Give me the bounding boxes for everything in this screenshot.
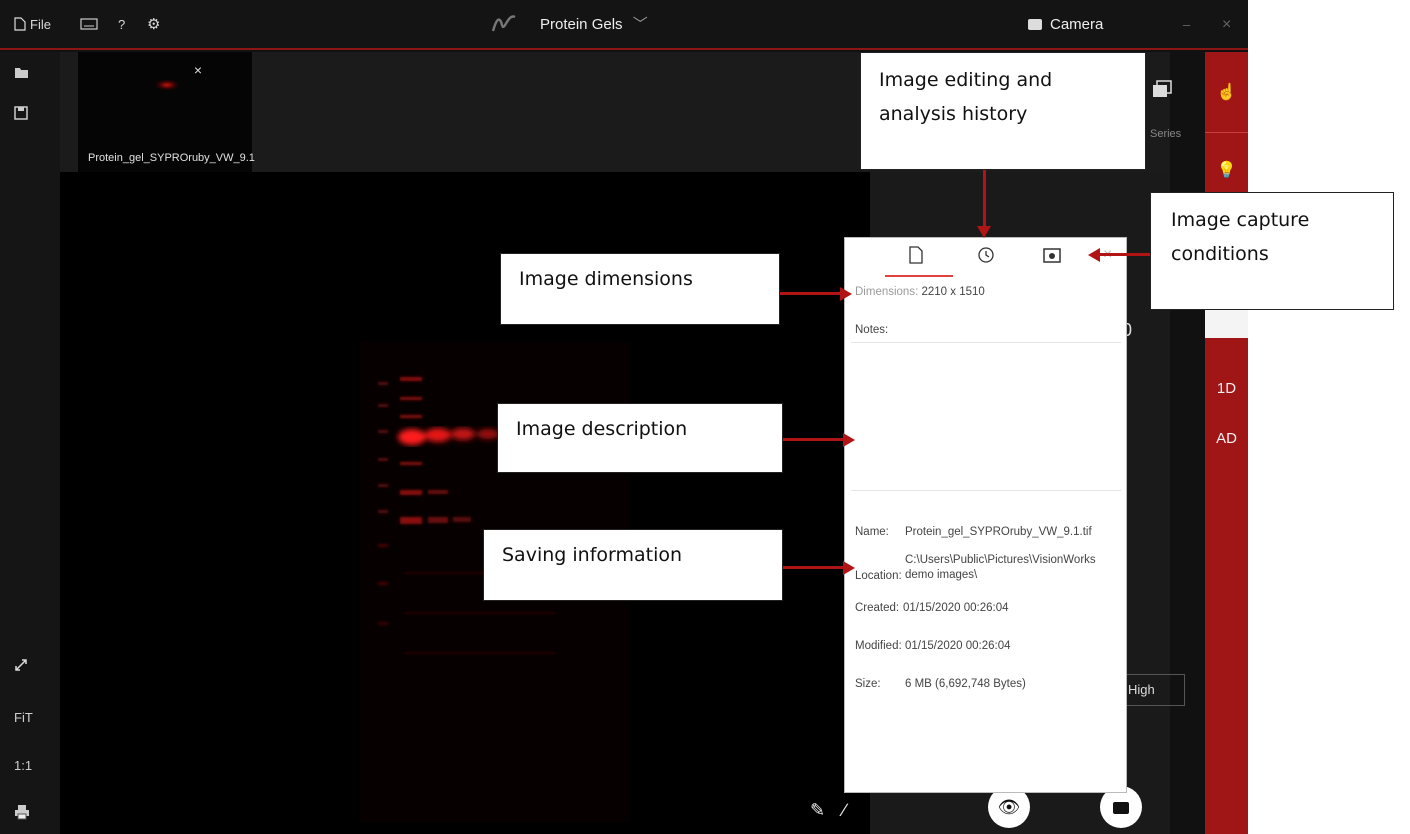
- arrow-dimensions-head: [840, 287, 852, 301]
- camera-label: Camera: [1050, 16, 1104, 33]
- minimize-button[interactable]: –: [1183, 0, 1190, 50]
- notes-textarea[interactable]: [851, 344, 1121, 490]
- red-sidebar: ☝ 💡 1D AD: [1205, 52, 1248, 834]
- high-button-label: High: [1128, 682, 1155, 697]
- callout-dimensions: Image dimensions: [500, 253, 780, 325]
- camera-icon: [1028, 19, 1042, 30]
- location-value-line2: demo images\: [905, 569, 978, 581]
- tab-capture-conditions[interactable]: [1041, 246, 1063, 268]
- callout-capture-line1: Image capture: [1171, 209, 1310, 231]
- name-label: Name:: [855, 526, 889, 538]
- callout-description: Image description: [497, 403, 783, 473]
- red-sidebar-divider: [1205, 132, 1248, 133]
- location-label: Location:: [855, 570, 902, 582]
- left-toolbar: FiT 1:1: [0, 52, 60, 834]
- callout-capture: Image capture conditions: [1150, 192, 1394, 310]
- title-bar: File ? ⚙ Protein Gels ﹀ Camera – ×: [0, 0, 1248, 50]
- arrow-dimensions: [780, 292, 842, 295]
- eye-icon: 👁: [997, 797, 1021, 817]
- save-icon[interactable]: [14, 106, 28, 125]
- series-label: Series: [1150, 128, 1182, 140]
- modified-label: Modified:: [855, 640, 902, 652]
- created-label: Created:: [855, 602, 900, 614]
- app-title: Protein Gels: [540, 16, 623, 33]
- callout-history-line2: analysis history: [879, 103, 1028, 125]
- name-value: Protein_gel_SYPROruby_VW_9.1.tif: [905, 526, 1092, 538]
- app-logo-icon: [490, 0, 518, 50]
- modified-value: 01/15/2020 00:26:04: [905, 640, 1011, 652]
- image-thumbnail[interactable]: × Protein_gel_SYPROruby_VW_9.1: [78, 52, 255, 172]
- notes-bottom-divider: [851, 490, 1121, 491]
- file-icon: [14, 17, 26, 31]
- notes-label: Notes:: [855, 324, 889, 336]
- tab-image-info[interactable]: [905, 246, 927, 268]
- thumbnail-name: Protein_gel_SYPROruby_VW_9.1: [88, 152, 255, 164]
- file-menu[interactable]: File: [14, 0, 51, 50]
- callout-capture-line2: conditions: [1171, 243, 1269, 265]
- dimensions-row: Dimensions: 2210 x 1510: [855, 286, 985, 298]
- arrow-history: [983, 170, 986, 228]
- history-icon: [978, 247, 994, 263]
- arrow-saving: [783, 566, 845, 569]
- document-icon: [909, 246, 923, 264]
- created-value: 01/15/2020 00:26:04: [903, 602, 1009, 614]
- arrow-capture: [1098, 253, 1150, 256]
- file-menu-label: File: [30, 17, 51, 32]
- keyboard-icon[interactable]: [80, 0, 98, 50]
- tab-history[interactable]: [975, 246, 997, 268]
- camera-capture-icon: [1113, 802, 1129, 814]
- series-icon[interactable]: [1152, 80, 1174, 105]
- image-info-panel: × Dimensions: 2210 x 1510 Notes: Name: P…: [844, 237, 1127, 793]
- thumbnail-close-button[interactable]: ×: [188, 60, 208, 80]
- light-bulb-icon[interactable]: 💡: [1205, 160, 1248, 180]
- camera-button[interactable]: Camera: [1028, 0, 1103, 50]
- arrow-history-head: [977, 226, 991, 238]
- size-label: Size:: [855, 678, 881, 690]
- open-folder-icon[interactable]: [14, 66, 30, 84]
- ad-button[interactable]: AD: [1205, 430, 1248, 447]
- arrow-description-head: [843, 433, 855, 447]
- size-value: 6 MB (6,692,748 Bytes): [905, 678, 1026, 690]
- dimensions-value: 2210 x 1510: [921, 286, 985, 298]
- fit-button[interactable]: FiT: [14, 710, 33, 725]
- one-to-one-button[interactable]: 1:1: [14, 758, 32, 773]
- active-tab-underline: [885, 275, 953, 277]
- arrow-description: [783, 438, 845, 441]
- camera-settings-icon: [1043, 248, 1061, 263]
- callout-saving-text: Saving information: [502, 544, 683, 566]
- dimensions-label: Dimensions:: [855, 286, 919, 298]
- location-value-line1: C:\Users\Public\Pictures\VisionWorks: [905, 554, 1096, 566]
- close-window-button[interactable]: ×: [1222, 0, 1231, 50]
- gear-icon[interactable]: ⚙: [147, 0, 160, 50]
- callout-description-text: Image description: [516, 418, 688, 440]
- arrow-capture-head: [1088, 248, 1100, 262]
- expand-icon[interactable]: [14, 658, 28, 677]
- oned-button[interactable]: 1D: [1205, 380, 1248, 397]
- callout-dimensions-text: Image dimensions: [519, 268, 693, 290]
- help-button[interactable]: ?: [118, 0, 125, 50]
- chevron-down-icon: ﹀: [632, 16, 648, 33]
- arrow-saving-head: [843, 561, 855, 575]
- callout-saving: Saving information: [483, 529, 783, 601]
- high-button[interactable]: High: [1125, 674, 1185, 706]
- app-title-dropdown[interactable]: Protein Gels ﹀: [540, 0, 648, 50]
- color-palette-icon[interactable]: ✎: [810, 800, 825, 821]
- thumbnail-gel-glow: [156, 80, 178, 90]
- callout-history-line1: Image editing and: [879, 69, 1053, 91]
- hand-pointer-icon[interactable]: ☝: [1205, 82, 1248, 102]
- print-icon[interactable]: [14, 804, 30, 825]
- pencil-icon[interactable]: ∕: [843, 800, 846, 821]
- notes-divider: [851, 342, 1121, 343]
- callout-history: Image editing and analysis history: [860, 52, 1146, 170]
